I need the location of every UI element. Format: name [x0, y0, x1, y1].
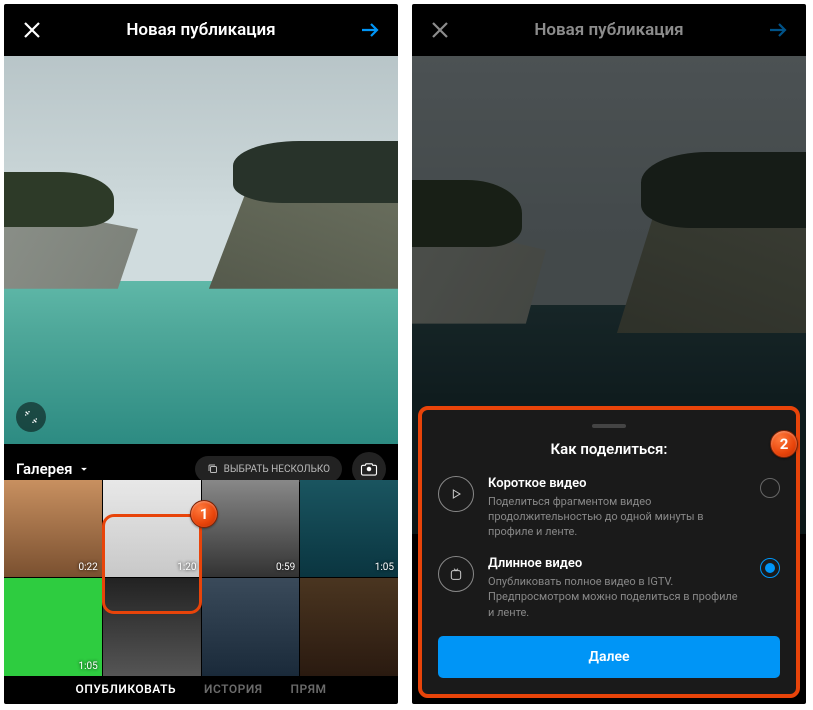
- page-title: Новая публикация: [126, 20, 275, 40]
- callout-marker: 1: [190, 500, 218, 528]
- thumbnail[interactable]: 1:05: [300, 480, 398, 578]
- next-arrow-icon[interactable]: [764, 16, 792, 44]
- igtv-icon: [438, 556, 474, 592]
- tab-publish[interactable]: ОПУБЛИКОВАТЬ: [76, 682, 176, 696]
- duration-label: 0:59: [276, 562, 295, 573]
- phone-left: Новая публикация Галерея ВЫБРАТЬ НЕСКОЛЬ…: [4, 4, 398, 704]
- duration-label: 1:20: [177, 562, 196, 573]
- chevron-down-icon: [77, 462, 91, 476]
- sheet-title: Как поделиться:: [438, 440, 780, 458]
- duration-label: 1:05: [375, 562, 394, 573]
- duration-label: 0:22: [78, 562, 97, 573]
- thumbnail[interactable]: 1:05: [4, 578, 102, 676]
- thumbnail[interactable]: [202, 578, 300, 676]
- gallery-label: Галерея: [16, 460, 73, 478]
- page-title: Новая публикация: [534, 20, 683, 40]
- option-desc: Опубликовать полное видео в IGTV. Предпр…: [488, 574, 746, 620]
- option-title: Длинное видео: [488, 556, 746, 571]
- thumbnail[interactable]: 0:22: [4, 480, 102, 578]
- camera-icon: [360, 460, 378, 478]
- radio-unselected[interactable]: [760, 478, 780, 498]
- crop-icon[interactable]: [16, 402, 46, 432]
- bottom-tabs: ОПУБЛИКОВАТЬ ИСТОРИЯ ПРЯМ: [4, 674, 398, 704]
- phone-right: Новая публикация Как поделиться: Коротко…: [412, 4, 806, 704]
- callout-marker: 2: [770, 430, 798, 458]
- select-multiple-button[interactable]: ВЫБРАТЬ НЕСКОЛЬКО: [195, 456, 342, 482]
- tab-live[interactable]: ПРЯМ: [291, 682, 327, 696]
- share-sheet: Как поделиться: Короткое видео Поделитьс…: [418, 406, 800, 698]
- stack-icon: [207, 463, 219, 475]
- gallery-picker[interactable]: Галерея: [16, 460, 91, 478]
- thumbnail[interactable]: 1:20: [103, 480, 201, 578]
- next-button[interactable]: Далее: [438, 636, 780, 678]
- duration-label: 1:05: [78, 661, 97, 672]
- thumbnail[interactable]: [300, 578, 398, 676]
- play-icon: [438, 476, 474, 512]
- media-preview[interactable]: [4, 56, 398, 444]
- close-icon[interactable]: [18, 16, 46, 44]
- sheet-handle[interactable]: [592, 424, 626, 428]
- next-arrow-icon[interactable]: [356, 16, 384, 44]
- thumbnail[interactable]: [103, 578, 201, 676]
- header: Новая публикация: [412, 4, 806, 56]
- header: Новая публикация: [4, 4, 398, 56]
- tab-story[interactable]: ИСТОРИЯ: [204, 682, 262, 696]
- option-desc: Поделиться фрагментом видео продолжитель…: [488, 494, 746, 540]
- radio-selected[interactable]: [760, 558, 780, 578]
- close-icon[interactable]: [426, 16, 454, 44]
- thumbnail[interactable]: 0:59: [202, 480, 300, 578]
- option-long-video[interactable]: Длинное видео Опубликовать полное видео …: [438, 556, 780, 620]
- option-title: Короткое видео: [488, 476, 746, 491]
- option-short-video[interactable]: Короткое видео Поделиться фрагментом вид…: [438, 476, 780, 540]
